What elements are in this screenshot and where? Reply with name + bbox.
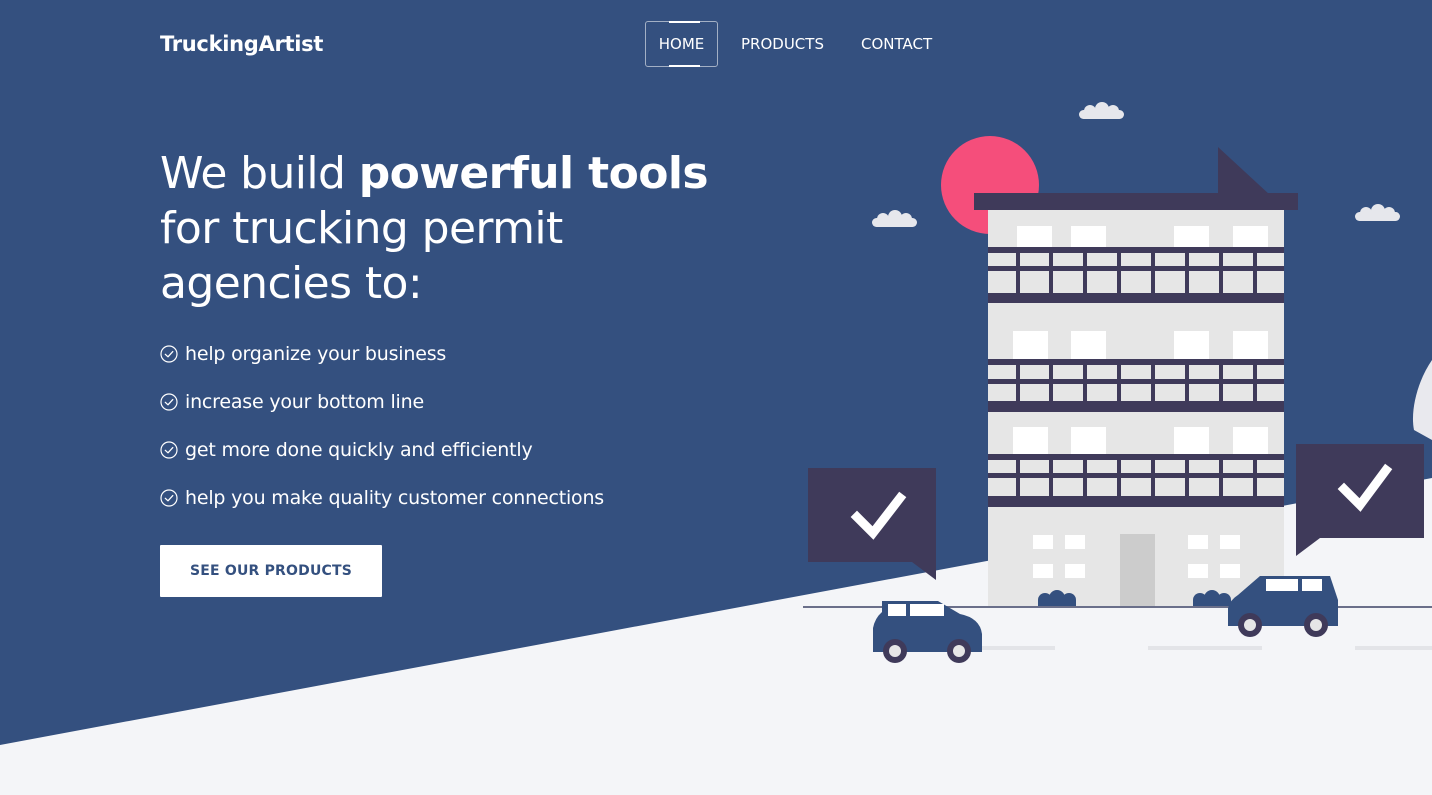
nav-products[interactable]: PRODUCTS xyxy=(741,35,824,53)
headline-emphasis: powerful tools xyxy=(358,148,709,199)
cloud-icon xyxy=(872,210,917,227)
building-shape xyxy=(974,147,1298,607)
building-illustration xyxy=(803,102,1432,663)
benefit-text: help organize your business xyxy=(185,343,447,365)
main-nav: HOME PRODUCTS CONTACT xyxy=(645,21,932,67)
check-circle-icon xyxy=(160,441,178,459)
benefit-text: increase your bottom line xyxy=(185,391,424,413)
headline-text-2: for trucking permit agencies to: xyxy=(160,203,563,309)
cloud-icon xyxy=(1079,102,1124,119)
benefits-list: help organize your business increase you… xyxy=(160,330,604,522)
car-icon xyxy=(873,601,982,663)
benefit-item: increase your bottom line xyxy=(160,378,604,426)
hero-headline: We build powerful tools for trucking per… xyxy=(160,146,720,311)
nav-contact[interactable]: CONTACT xyxy=(861,35,932,53)
chat-bubble-check-icon xyxy=(808,468,936,580)
benefit-text: help you make quality customer connectio… xyxy=(185,487,604,509)
headline-text-1: We build xyxy=(160,148,359,199)
check-circle-icon xyxy=(160,393,178,411)
benefit-item: help organize your business xyxy=(160,330,604,378)
chat-bubble-check-icon xyxy=(1296,444,1424,556)
benefit-item: get more done quickly and efficiently xyxy=(160,426,604,474)
brand-logo[interactable]: TruckingArtist xyxy=(160,32,323,56)
nav-home[interactable]: HOME xyxy=(645,21,718,67)
check-circle-icon xyxy=(160,345,178,363)
benefit-text: get more done quickly and efficiently xyxy=(185,439,533,461)
benefit-item: help you make quality customer connectio… xyxy=(160,474,604,522)
see-products-button[interactable]: SEE OUR PRODUCTS xyxy=(160,545,382,597)
cloud-icon xyxy=(1355,204,1400,221)
check-circle-icon xyxy=(160,489,178,507)
